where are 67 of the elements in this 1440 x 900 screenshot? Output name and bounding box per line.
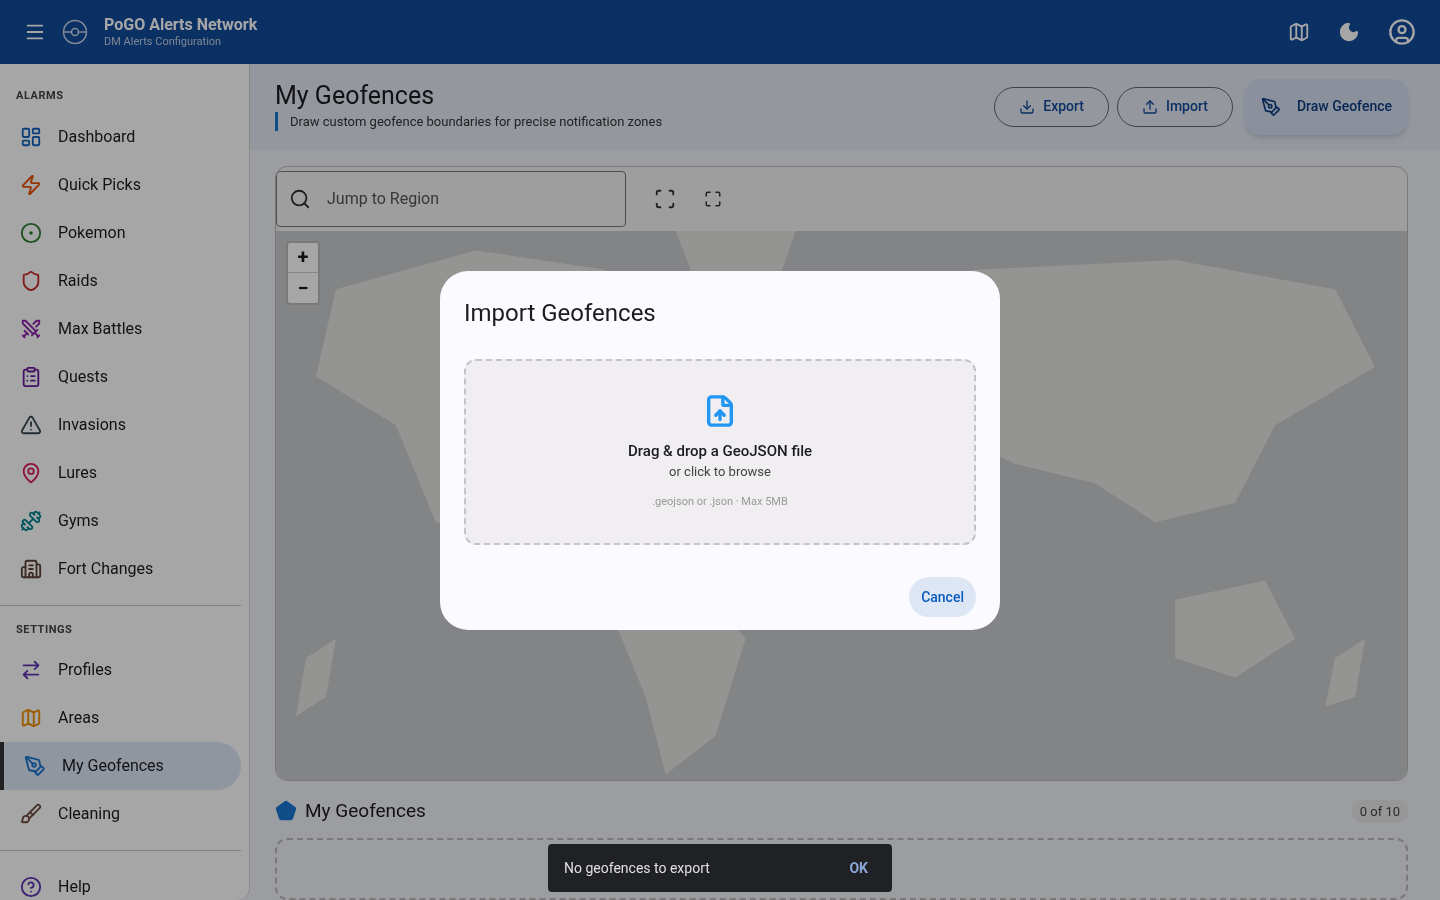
page-title: My Geofences: [275, 82, 436, 108]
file-dropzone[interactable]: Drag & drop a GeoJSON file or click to browse .geojson or .json · Max 5MB: [464, 359, 976, 545]
snackbar-ok-button[interactable]: OK: [841, 857, 876, 879]
dropzone-subtitle: or click to browse: [669, 463, 771, 482]
map-button[interactable]: [1288, 21, 1310, 43]
nav-item[interactable]: Fort Changes: [0, 544, 241, 593]
app-subtitle: DM Alerts Configuration: [104, 35, 223, 49]
pin-icon: [20, 461, 42, 484]
nav-item[interactable]: Raids: [0, 256, 241, 305]
pen-icon: [1260, 96, 1281, 117]
logo-icon: [62, 19, 88, 45]
fullscreen-button[interactable]: [704, 189, 722, 208]
download-icon: [1019, 98, 1036, 115]
search-field[interactable]: Jump to Region: [276, 170, 626, 227]
draw-geofence-button[interactable]: Draw Geofence: [1244, 78, 1408, 135]
map-icon: [1288, 21, 1310, 43]
fit-bounds-button[interactable]: [654, 187, 676, 210]
pen-icon: [24, 755, 46, 777]
account-button[interactable]: [1388, 18, 1416, 46]
frame-icon: [654, 187, 676, 210]
nav-item[interactable]: Cleaning: [0, 790, 241, 838]
dashboard-icon: [20, 125, 42, 148]
nav-item[interactable]: Help: [0, 863, 241, 900]
building-icon: [20, 557, 42, 580]
upload-icon: [1141, 98, 1158, 115]
swords-icon: [20, 317, 42, 340]
pentagon-icon: [275, 800, 297, 823]
section-heading: ALARMS: [15, 88, 65, 104]
nav-item[interactable]: Quick Picks: [0, 160, 241, 209]
clipboard-icon: [20, 365, 42, 388]
nav-item[interactable]: Profiles: [0, 646, 241, 694]
lightning-icon: [20, 173, 42, 196]
section-heading: SETTINGS: [15, 621, 74, 638]
help-icon: [20, 876, 42, 898]
account-icon: [1388, 18, 1416, 46]
nav-item[interactable]: Pokemon: [0, 208, 241, 257]
search-input[interactable]: Jump to Region: [327, 186, 613, 211]
section-title: My Geofences: [305, 798, 426, 825]
dropzone-title: Drag & drop a GeoJSON file: [627, 440, 813, 462]
map-icon: [20, 707, 42, 729]
brush-icon: [20, 803, 42, 825]
nav-item[interactable]: Quests: [0, 352, 241, 401]
dumbbell-icon: [20, 509, 42, 532]
nav-item[interactable]: My Geofences: [0, 742, 241, 790]
shield-icon: [20, 269, 42, 292]
search-icon: [289, 187, 311, 210]
snackbar-message: No geofences to export: [564, 858, 711, 878]
count-badge: 0 of 10: [1351, 799, 1408, 824]
moon-icon: [1338, 21, 1360, 43]
fullscreen-icon: [704, 189, 722, 208]
arrows-icon: [20, 659, 42, 681]
zoom-in-button[interactable]: +: [288, 242, 318, 273]
nav-item[interactable]: Gyms: [0, 496, 241, 545]
warning-icon: [20, 413, 42, 436]
nav-item[interactable]: Max Battles: [0, 304, 241, 353]
nav-item[interactable]: Lures: [0, 448, 241, 497]
dialog-title: Import Geofences: [464, 298, 657, 329]
cancel-button[interactable]: Cancel: [909, 577, 976, 617]
dropzone-hint: .geojson or .json · Max 5MB: [652, 493, 788, 510]
zoom-out-button[interactable]: −: [288, 272, 318, 303]
dark-mode-button[interactable]: [1338, 21, 1360, 43]
app-title: PoGO Alerts Network: [104, 15, 258, 36]
nav-item[interactable]: Dashboard: [0, 112, 241, 161]
ball-icon: [20, 221, 42, 244]
nav-item[interactable]: Invasions: [0, 400, 241, 449]
page-subtitle: Draw custom geofence boundaries for precise notification zones: [275, 111, 663, 132]
nav-item[interactable]: Areas: [0, 694, 241, 742]
